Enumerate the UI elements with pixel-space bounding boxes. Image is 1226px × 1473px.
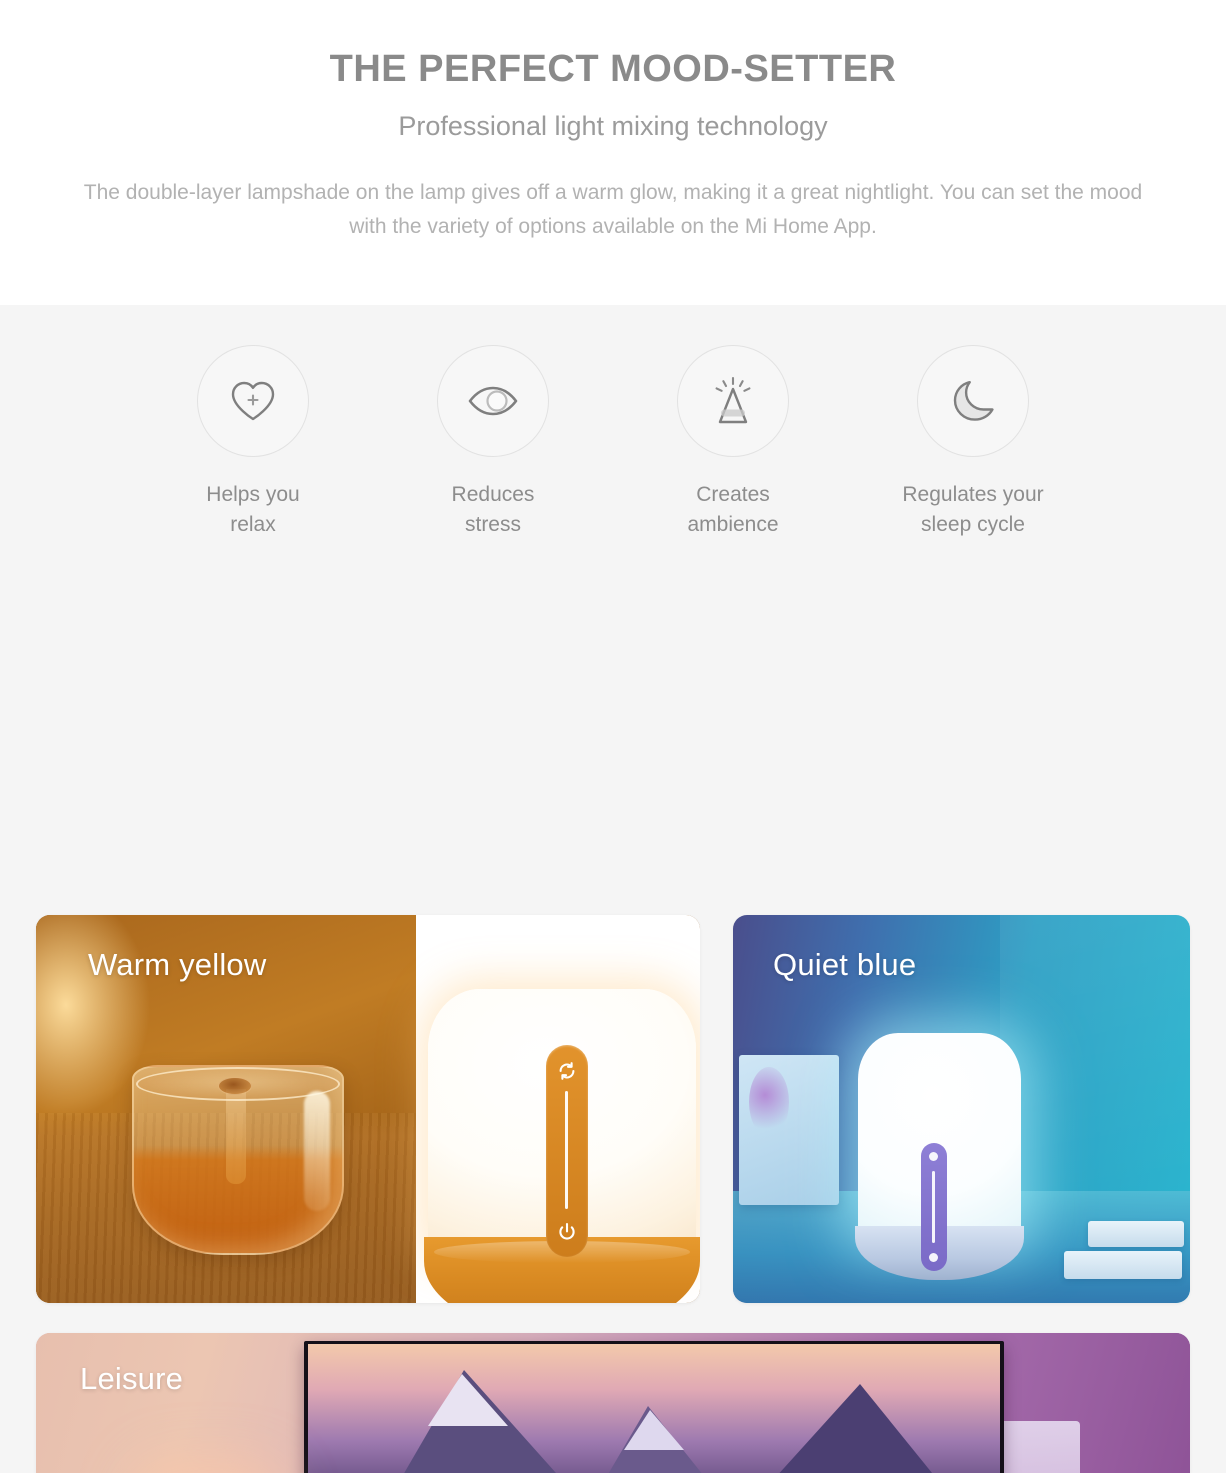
page-subtitle: Professional light mixing technology [398, 110, 828, 141]
power-icon[interactable] [929, 1253, 938, 1262]
heart-plus-icon [229, 379, 277, 423]
picture-frame [739, 1055, 839, 1205]
tv-screen-landscape [308, 1344, 1000, 1473]
features-section: Helps you relax Reduces stress Creates a… [0, 305, 1226, 1473]
ambience-cone-icon [710, 375, 756, 427]
eye-icon [467, 383, 519, 419]
whisky-glass [132, 1065, 344, 1255]
benefit-label: Helps you relax [206, 483, 300, 536]
power-icon[interactable] [556, 1221, 578, 1243]
glass-highlight [304, 1091, 330, 1211]
snow-cap [624, 1410, 684, 1450]
book [1064, 1251, 1182, 1279]
glass-knob [218, 1077, 252, 1095]
hero-section: THE PERFECT MOOD-SETTER Professional lig… [0, 0, 1226, 305]
glass-stem [226, 1089, 246, 1184]
benefit-creates-ambience: Creates ambience [613, 345, 853, 540]
lamp-control-strip[interactable] [546, 1045, 588, 1257]
benefit-icon-circle [437, 345, 549, 457]
card-label-leisure: Leisure [80, 1361, 184, 1396]
mood-card-quiet-blue[interactable]: Quiet blue [733, 915, 1190, 1303]
benefit-regulates-sleep-cycle: Regulates your sleep cycle [853, 345, 1093, 540]
mood-card-leisure[interactable]: Leisure [36, 1333, 1190, 1473]
warm-lamp-photo [416, 915, 700, 1303]
snow-cap [428, 1374, 508, 1426]
lamp-control-strip[interactable] [921, 1143, 947, 1271]
moon-icon [950, 377, 996, 425]
benefit-label: Creates ambience [687, 483, 779, 536]
benefit-icon-circle [677, 345, 789, 457]
benefit-reduces-stress: Reduces stress [373, 345, 613, 540]
benefit-label: Reduces stress [451, 483, 535, 536]
stacked-books [1064, 1221, 1184, 1285]
mood-card-warm-yellow[interactable]: Warm yellow [36, 915, 700, 1303]
cycle-mode-icon[interactable] [556, 1060, 578, 1082]
benefit-icon-circle [197, 345, 309, 457]
mountain [670, 1384, 1000, 1473]
book [1088, 1221, 1184, 1247]
page-title: THE PERFECT MOOD-SETTER [329, 48, 897, 90]
benefit-label: Regulates your sleep cycle [902, 483, 1044, 536]
benefit-helps-you-relax: Helps you relax [133, 345, 373, 540]
card-label-quiet-blue: Quiet blue [773, 947, 917, 982]
benefit-icon-circle [917, 345, 1029, 457]
benefit-icon-row: Helps you relax Reduces stress Creates a… [0, 345, 1226, 540]
blue-wall [1000, 915, 1190, 1193]
card-label-warm-yellow: Warm yellow [88, 947, 267, 982]
bedside-lamp-blue [855, 1033, 1024, 1280]
hero-description: The double-layer lampshade on the lamp g… [83, 181, 1143, 239]
television [304, 1341, 1004, 1473]
product-feature-page: THE PERFECT MOOD-SETTER Professional lig… [0, 0, 1226, 1473]
cycle-mode-icon[interactable] [929, 1152, 938, 1161]
bedside-lamp-warm [424, 989, 700, 1303]
brightness-slider-track[interactable] [932, 1171, 935, 1243]
brightness-slider-track[interactable] [565, 1091, 568, 1209]
